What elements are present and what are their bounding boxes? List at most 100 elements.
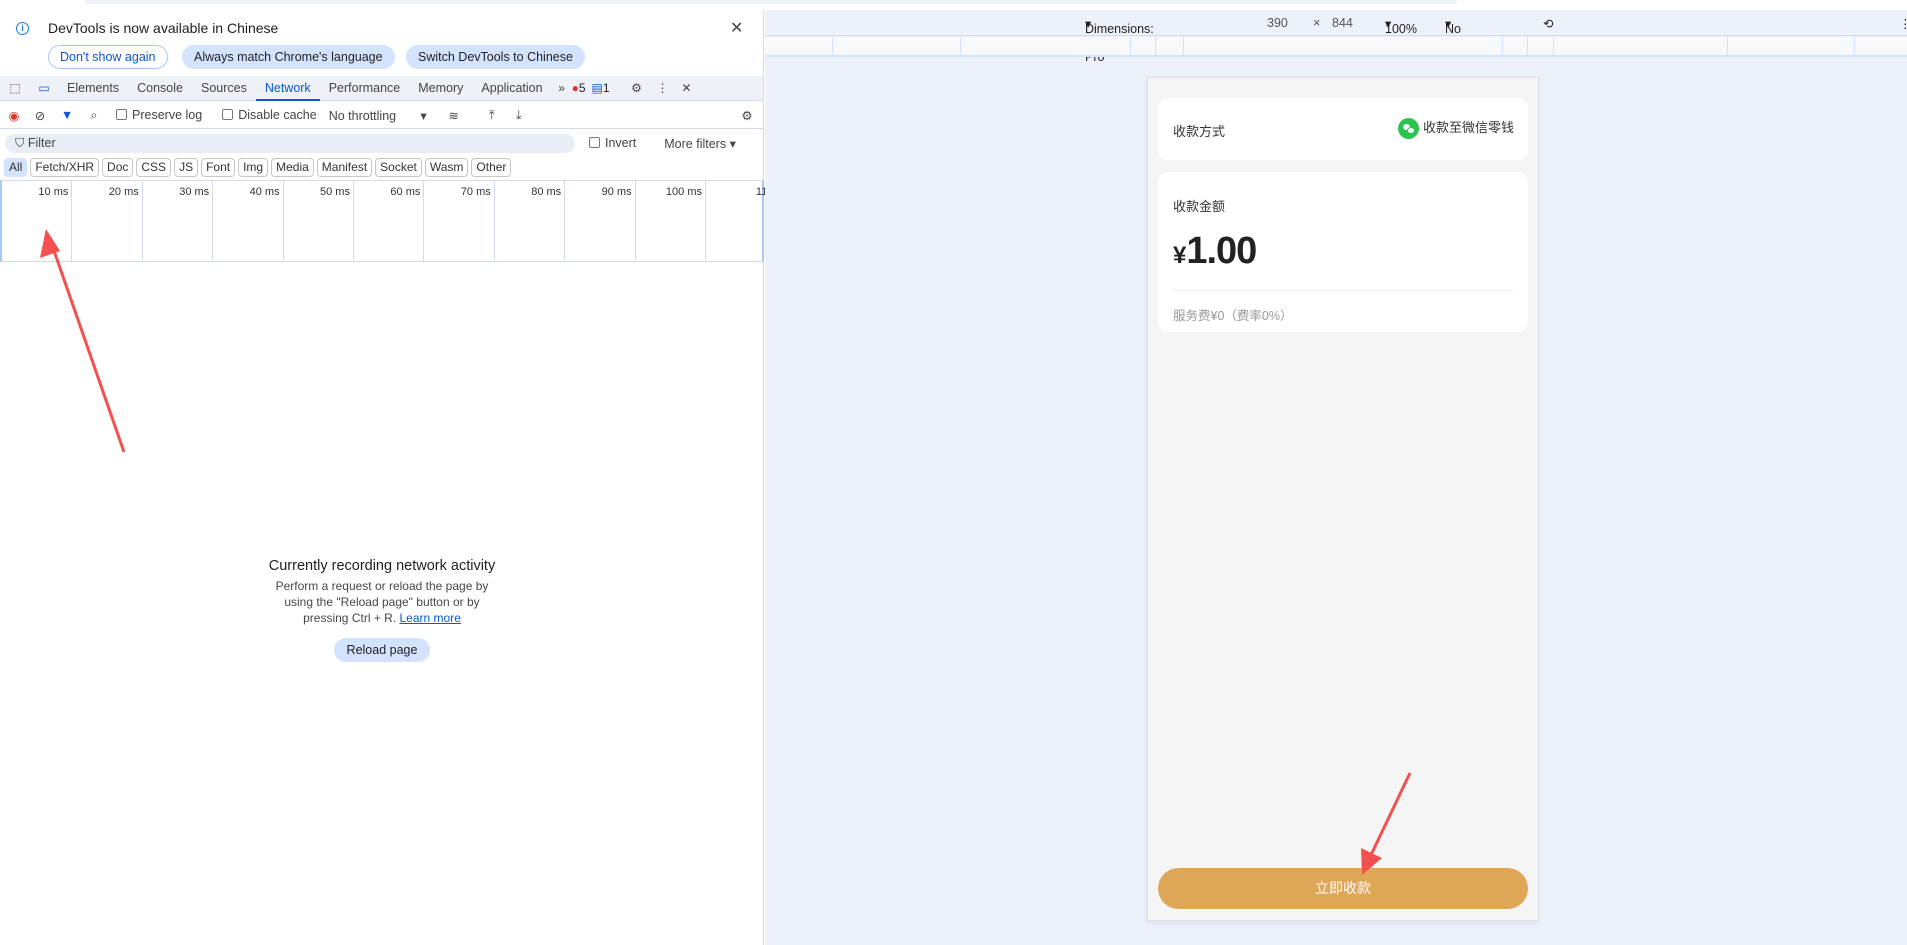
empty-line-3: pressing Ctrl + R. — [303, 611, 397, 625]
tab-performance[interactable]: Performance — [320, 76, 410, 101]
clear-icon[interactable]: ⊘ — [28, 108, 52, 123]
always-match-language-button[interactable]: Always match Chrome's language — [182, 45, 395, 69]
amount-display[interactable]: ¥1.00 — [1173, 230, 1257, 273]
network-settings-icon[interactable]: ⚙ — [735, 108, 759, 123]
network-conditions-icon[interactable]: ≋ — [439, 108, 469, 123]
rotate-icon[interactable]: ⟲ — [1543, 16, 1553, 31]
width-input[interactable]: 390 — [1267, 16, 1288, 30]
tab-sources[interactable]: Sources — [192, 76, 256, 101]
more-options-icon[interactable]: ⋮ — [652, 81, 674, 95]
amount-card: 收款金额 ¥1.00 服务费¥0（费率0%） — [1158, 172, 1528, 332]
preserve-log-label: Preserve log — [132, 108, 203, 122]
device-throttle-select[interactable]: No throttling ▾ — [1445, 16, 1493, 50]
message-count: 1 — [602, 81, 610, 95]
language-banner: i DevTools is now available in Chinese ✕… — [0, 10, 763, 69]
wechat-icon — [1398, 118, 1420, 140]
tab-application[interactable]: Application — [472, 76, 551, 101]
message-icon[interactable]: ▤ — [592, 81, 603, 95]
filter-icon[interactable]: ▼ — [52, 108, 82, 122]
method-value-text: 收款至微信零钱 — [1422, 120, 1514, 135]
tab-elements[interactable]: Elements — [58, 76, 128, 101]
method-label: 收款方式 — [1173, 124, 1226, 139]
tab-network[interactable]: Network — [255, 76, 320, 101]
search-icon[interactable]: ⌕ — [82, 108, 106, 123]
browser-top-strip — [0, 0, 1907, 10]
device-toolbar-icon[interactable]: ▭ — [30, 81, 58, 95]
collect-now-button[interactable]: 立即收款 — [1158, 868, 1528, 909]
media-query-ruler[interactable] — [765, 37, 1907, 57]
type-filter-fetch-xhr[interactable]: Fetch/XHR — [30, 158, 100, 177]
disable-cache-checkbox[interactable]: Disable cache — [222, 108, 317, 122]
type-filter-js[interactable]: JS — [174, 158, 199, 177]
disable-cache-label: Disable cache — [238, 108, 317, 122]
timeline-tick: 90 ms — [565, 181, 636, 261]
type-filter-doc[interactable]: Doc — [102, 158, 134, 177]
type-filter-css[interactable]: CSS — [136, 158, 172, 177]
device-viewport: Dimensions: iPhone 12 Pro ▾ 390 × 844 10… — [765, 10, 1907, 945]
timeline-tick: 10 ms — [2, 181, 73, 261]
height-input[interactable]: 844 — [1332, 16, 1353, 30]
device-toolbar: Dimensions: iPhone 12 Pro ▾ 390 × 844 10… — [765, 10, 1907, 64]
type-filter-all[interactable]: All — [4, 158, 28, 177]
tab-memory[interactable]: Memory — [409, 76, 472, 101]
invert-label: Invert — [605, 136, 637, 150]
timeline-tick: 20 ms — [72, 181, 143, 261]
settings-icon[interactable]: ⚙ — [622, 81, 652, 95]
network-toolbar: ◉ ⊘ ▼ ⌕ Preserve log Disable cache No th… — [0, 102, 763, 129]
more-filters-label: More filters — [664, 136, 727, 151]
more-filters-dropdown[interactable]: More filters ▾ — [664, 136, 736, 151]
timeline-tick: 70 ms — [424, 181, 495, 261]
service-fee: 服务费¥0（费率0%） — [1173, 309, 1293, 323]
more-tabs-icon[interactable]: » — [552, 81, 572, 95]
throttling-value: No throttling — [328, 108, 397, 123]
currency-symbol: ¥ — [1173, 242, 1187, 269]
filter-input[interactable]: ⛉ Filter — [5, 133, 575, 153]
filter-placeholder: Filter — [27, 135, 56, 150]
devtools-tabs: ⬚ ▭ Elements Console Sources Network Per… — [0, 76, 763, 101]
learn-more-link[interactable]: Learn more — [400, 611, 461, 625]
type-filter-font[interactable]: Font — [201, 158, 236, 177]
banner-message: DevTools is now available in Chinese — [48, 20, 279, 36]
record-stop-icon[interactable]: ◉ — [0, 108, 28, 123]
reload-page-button[interactable]: Reload page — [333, 638, 431, 662]
type-filter-other[interactable]: Other — [471, 158, 512, 177]
zoom-select[interactable]: 100% ▾ — [1385, 16, 1417, 36]
preserve-log-checkbox[interactable]: Preserve log — [116, 108, 202, 122]
type-filter-img[interactable]: Img — [238, 158, 269, 177]
amount-label: 收款金额 — [1173, 199, 1226, 214]
phone-screen: 收款方式 收款至微信零钱 收款金额 ¥1.00 服务费¥0（费率0%） 立即收款 — [1147, 77, 1539, 921]
dont-show-again-button[interactable]: Don't show again — [48, 45, 168, 69]
timeline-tick: 30 ms — [143, 181, 214, 261]
empty-title: Currently recording network activity — [268, 558, 496, 574]
empty-line-1: Perform a request or reload the page by — [275, 579, 489, 593]
timeline-tick: 40 ms — [213, 181, 284, 261]
invert-checkbox[interactable]: Invert — [589, 136, 636, 150]
network-overview-timeline[interactable]: 10 ms 20 ms 30 ms 40 ms 50 ms 60 ms 70 ms 80 ms… — [0, 180, 773, 262]
type-filters: All Fetch/XHR Doc CSS JS Font Img Media … — [4, 158, 512, 177]
device-more-icon[interactable]: ⋮ — [1899, 16, 1907, 31]
error-icon[interactable]: ● — [572, 81, 579, 95]
filter-row: ⛉ Filter Invert More filters ▾ — [0, 130, 763, 156]
device-select[interactable]: Dimensions: iPhone 12 Pro ▾ — [1085, 16, 1154, 64]
type-filter-socket[interactable]: Socket — [375, 158, 422, 177]
type-filter-wasm[interactable]: Wasm — [424, 158, 469, 177]
timeline-tick: 60 ms — [354, 181, 425, 261]
export-har-icon[interactable]: ⤓ — [507, 108, 531, 123]
devtools-panel: i DevTools is now available in Chinese ✕… — [0, 10, 773, 945]
close-banner-icon[interactable]: ✕ — [730, 18, 743, 38]
close-devtools-icon[interactable]: ✕ — [674, 81, 700, 95]
tab-console[interactable]: Console — [128, 76, 192, 101]
throttling-select[interactable]: No throttling ▾ — [329, 108, 439, 123]
zoom-value: 100% — [1385, 22, 1417, 36]
type-filter-media[interactable]: Media — [271, 158, 314, 177]
method-value[interactable]: 收款至微信零钱 — [1398, 117, 1514, 140]
payment-method-card: 收款方式 收款至微信零钱 — [1158, 98, 1528, 160]
type-filter-manifest[interactable]: Manifest — [316, 158, 373, 177]
timeline-tick: 50 ms — [284, 181, 354, 261]
inspect-element-icon[interactable]: ⬚ — [0, 81, 30, 95]
error-count: 5 — [578, 81, 586, 95]
switch-to-chinese-button[interactable]: Switch DevTools to Chinese — [406, 45, 585, 69]
empty-state: Currently recording network activity Per… — [0, 558, 764, 662]
import-har-icon[interactable]: ⤒ — [477, 108, 507, 123]
info-icon: i — [16, 22, 29, 35]
